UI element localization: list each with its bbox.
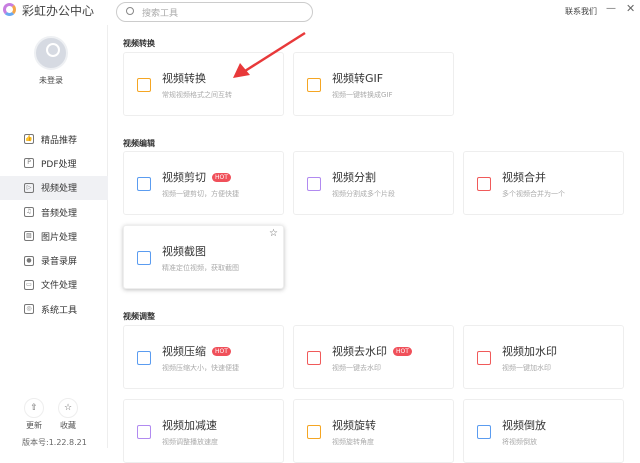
tool-title: 视频加水印 <box>502 345 557 358</box>
sidebar-item-icon: P <box>24 158 34 169</box>
app-name: 彩虹办公中心 <box>22 4 95 18</box>
title-bar: 彩虹办公中心 搜索工具 联系我们 — ✕ <box>0 0 640 25</box>
tool-title: 视频加减速 <box>162 419 217 432</box>
tool-title: 视频压缩 <box>162 345 206 358</box>
sidebar-item-label: 视频处理 <box>41 184 78 195</box>
tool-title: 视频旋转 <box>332 419 376 432</box>
update-label: 更新 <box>26 421 42 430</box>
tool-description: 视频调整播放速度 <box>162 438 218 446</box>
tool-icon <box>477 425 491 439</box>
section-title: 视频编辑 <box>123 139 155 148</box>
tool-card[interactable]: 视频合并 多个视频合并为一个 <box>463 151 624 215</box>
hot-badge: HOT <box>212 173 231 182</box>
tool-card[interactable]: 视频剪切 HOT 视频一键剪切，方便快捷 <box>123 151 284 215</box>
tool-description: 视频一键转换成GIF <box>332 91 393 99</box>
avatar[interactable] <box>34 36 68 70</box>
tool-card[interactable]: 视频截图 精准定位视频，获取截图 ☆ <box>123 225 284 289</box>
sidebar-item-5[interactable]: ● 录音录屏 <box>0 248 108 272</box>
tool-icon <box>137 78 151 92</box>
sidebar-item-icon: ● <box>24 255 34 266</box>
tool-title: 视频分割 <box>332 171 376 184</box>
login-status[interactable]: 未登录 <box>0 75 102 86</box>
sidebar-item-icon: ▭ <box>24 279 34 290</box>
sidebar-item-icon: ♫ <box>24 207 34 218</box>
sidebar-item-icon: 👍 <box>24 134 34 145</box>
tool-description: 视频一键去水印 <box>332 364 381 372</box>
tool-title: 视频转换 <box>162 72 206 85</box>
favorite-label: 收藏 <box>60 421 76 430</box>
section-title: 视频转换 <box>123 39 155 48</box>
tool-description: 视频旋转角度 <box>332 438 374 446</box>
sidebar-item-label: 音频处理 <box>41 208 78 219</box>
tool-icon <box>477 351 491 365</box>
tool-title: 视频倒放 <box>502 419 546 432</box>
sidebar-item-label: 精品推荐 <box>41 135 78 146</box>
tool-card[interactable]: 视频加减速 视频调整播放速度 <box>123 399 284 463</box>
sidebar-item-icon: ◎ <box>24 304 34 315</box>
tool-card[interactable]: 视频加水印 视频一键加水印 <box>463 325 624 389</box>
section-title: 视频调整 <box>123 312 155 321</box>
close-button[interactable]: ✕ <box>626 2 635 15</box>
tool-icon <box>307 78 321 92</box>
tool-card[interactable]: 视频压缩 HOT 视频压缩大小，快速便捷 <box>123 325 284 389</box>
tool-description: 视频压缩大小，快速便捷 <box>162 364 239 372</box>
star-icon: ☆ <box>58 398 78 418</box>
tool-icon <box>307 177 321 191</box>
tool-description: 精准定位视频，获取截图 <box>162 264 239 272</box>
update-icon: ⇧ <box>24 398 44 418</box>
tool-card[interactable]: 视频分割 视频分割成多个片段 <box>293 151 454 215</box>
tool-title: 视频去水印 <box>332 345 387 358</box>
tool-icon <box>137 251 151 265</box>
tool-icon <box>307 425 321 439</box>
tool-icon <box>137 177 151 191</box>
sidebar-item-label: 录音录屏 <box>41 257 78 268</box>
tool-description: 视频一键剪切，方便快捷 <box>162 190 239 198</box>
tool-card[interactable]: 视频旋转 视频旋转角度 <box>293 399 454 463</box>
tool-card[interactable]: 视频转换 常规视频格式之间互转 <box>123 52 284 116</box>
favorite-star-icon[interactable]: ☆ <box>269 228 278 239</box>
tool-icon <box>137 351 151 365</box>
version-label: 版本号:1.22.8.21 <box>22 438 87 447</box>
sidebar-item-icon: ▨ <box>24 231 34 242</box>
search-input[interactable]: 搜索工具 <box>116 2 313 22</box>
tool-description: 将视频倒放 <box>502 438 537 446</box>
tool-title: 视频截图 <box>162 245 206 258</box>
tool-description: 视频分割成多个片段 <box>332 190 395 198</box>
sidebar-item-label: 系统工具 <box>41 305 78 316</box>
hot-badge: HOT <box>393 347 412 356</box>
tool-description: 多个视频合并为一个 <box>502 190 565 198</box>
tool-icon <box>307 351 321 365</box>
tool-icon <box>137 425 151 439</box>
tool-card[interactable]: 视频倒放 将视频倒放 <box>463 399 624 463</box>
search-icon <box>126 7 134 15</box>
sidebar-item-7[interactable]: ◎ 系统工具 <box>0 297 108 321</box>
update-button[interactable]: ⇧ 更新 <box>21 398 47 431</box>
sidebar-item-6[interactable]: ▭ 文件处理 <box>0 273 108 297</box>
search-placeholder: 搜索工具 <box>142 9 179 19</box>
app-logo-icon <box>3 3 16 16</box>
tool-card[interactable]: 视频转GIF 视频一键转换成GIF <box>293 52 454 116</box>
tool-title: 视频剪切 <box>162 171 206 184</box>
sidebar-item-label: 文件处理 <box>41 281 78 292</box>
sidebar: 未登录 👍 精品推荐 P PDF处理 ▷ 视频处理 ♫ 音频处理 ▨ 图片处理 ● 录音录屏 ▭ 文件处理… <box>0 25 108 448</box>
contact-us-link[interactable]: 联系我们 <box>565 6 597 17</box>
sidebar-item-1[interactable]: P PDF处理 <box>0 151 108 175</box>
tool-icon <box>477 177 491 191</box>
tool-card[interactable]: 视频去水印 HOT 视频一键去水印 <box>293 325 454 389</box>
minimize-button[interactable]: — <box>606 3 616 14</box>
sidebar-item-2[interactable]: ▷ 视频处理 <box>0 175 108 200</box>
tool-title: 视频合并 <box>502 171 546 184</box>
favorite-button[interactable]: ☆ 收藏 <box>55 398 81 431</box>
sidebar-item-3[interactable]: ♫ 音频处理 <box>0 200 108 224</box>
tool-title: 视频转GIF <box>332 72 384 85</box>
sidebar-item-4[interactable]: ▨ 图片处理 <box>0 224 108 248</box>
sidebar-item-label: PDF处理 <box>41 159 77 170</box>
tool-description: 视频一键加水印 <box>502 364 551 372</box>
sidebar-item-label: 图片处理 <box>41 232 78 243</box>
sidebar-item-icon: ▷ <box>24 182 34 193</box>
hot-badge: HOT <box>212 347 231 356</box>
tool-description: 常规视频格式之间互转 <box>162 91 232 99</box>
sidebar-item-0[interactable]: 👍 精品推荐 <box>0 127 108 151</box>
